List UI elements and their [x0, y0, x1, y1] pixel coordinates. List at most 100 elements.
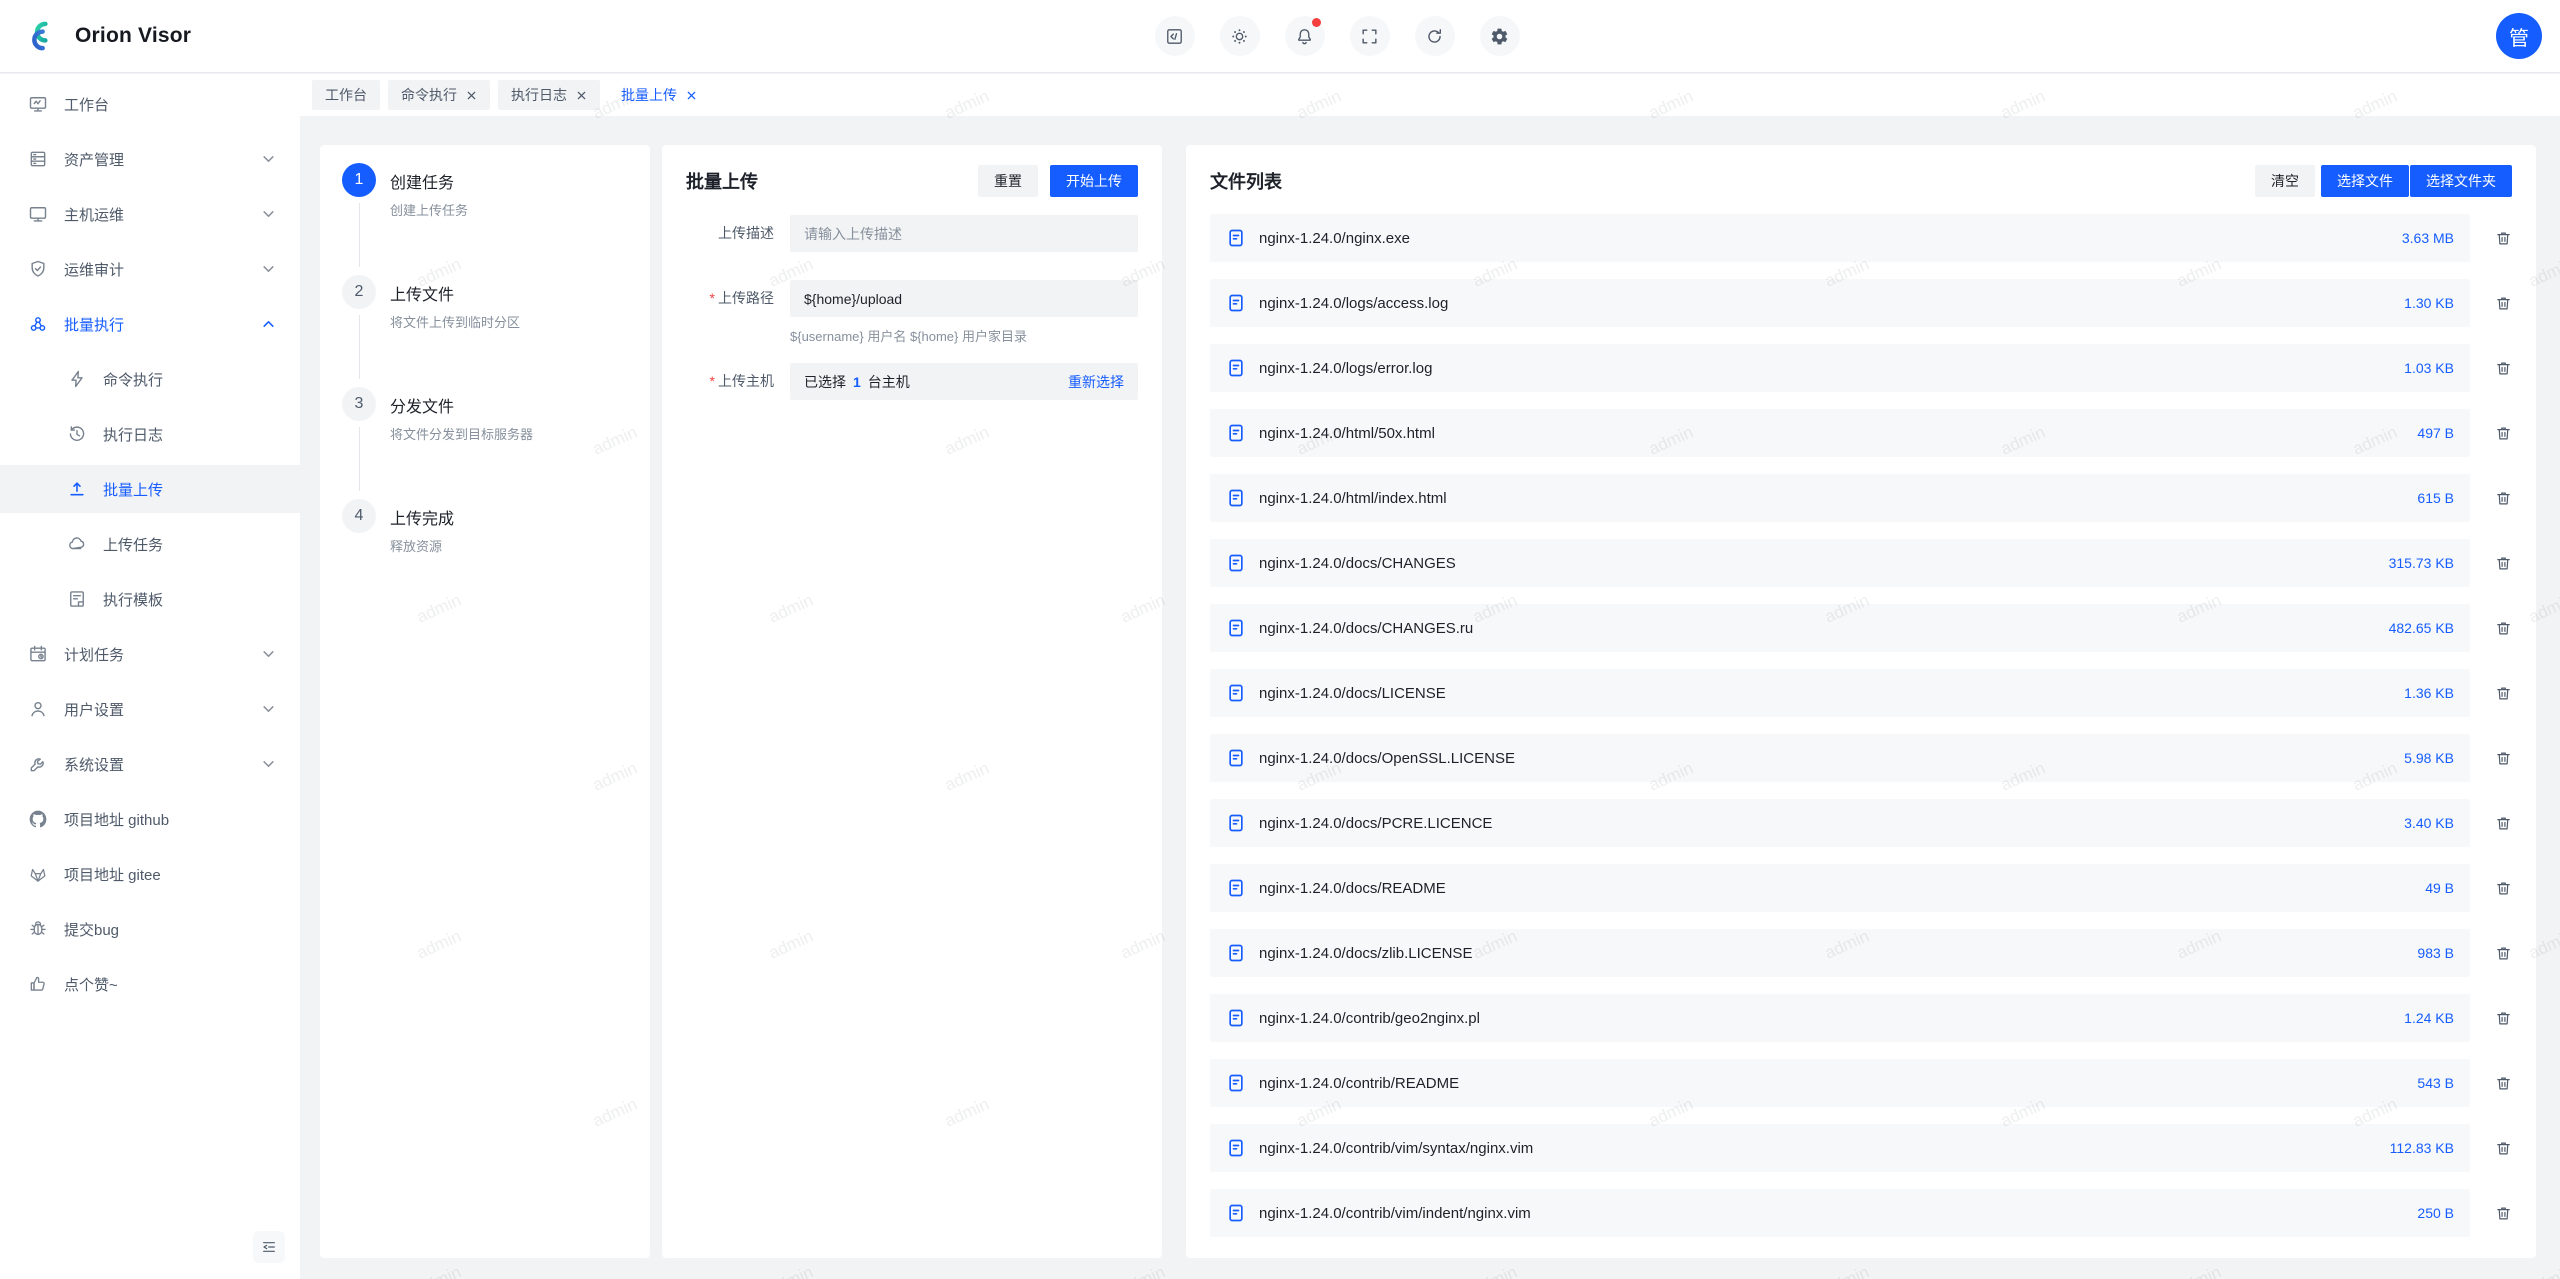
trash-icon [2495, 750, 2512, 767]
trash-icon [2495, 815, 2512, 832]
file-name: nginx-1.24.0/docs/README [1259, 879, 1446, 897]
app-logo-area[interactable]: Orion Visor [0, 18, 191, 54]
file-name: nginx-1.24.0/docs/OpenSSL.LICENSE [1259, 749, 1515, 767]
sidebar-item[interactable]: 项目地址 gitee [0, 850, 300, 898]
file-icon [1226, 1073, 1246, 1093]
delete-file-button[interactable] [2470, 1140, 2512, 1157]
clear-files-button[interactable]: 清空 [2255, 165, 2315, 197]
header-action-button[interactable] [1479, 16, 1520, 56]
file-name: nginx-1.24.0/docs/LICENSE [1259, 684, 1446, 702]
page-tab[interactable]: 命令执行 [388, 80, 490, 110]
theme-icon [1230, 27, 1249, 46]
tab-close-icon[interactable] [466, 90, 477, 101]
trash-icon [2495, 295, 2512, 312]
file-icon [1226, 488, 1246, 508]
file-icon [1226, 878, 1246, 898]
file-icon [1226, 293, 1246, 313]
sidebar-item[interactable]: 主机运维 [0, 190, 300, 238]
collapse-sidebar-button[interactable] [253, 1231, 285, 1263]
step-description: 将文件上传到临时分区 [390, 315, 521, 330]
file-name: nginx-1.24.0/logs/access.log [1259, 294, 1449, 312]
sidebar-item[interactable]: 运维审计 [0, 245, 300, 293]
file-icon [1226, 553, 1246, 573]
delete-file-button[interactable] [2470, 425, 2512, 442]
tab-close-icon[interactable] [576, 90, 587, 101]
sidebar-item[interactable]: 命令执行 [0, 355, 300, 403]
menu-fold-icon [261, 1239, 277, 1255]
delete-file-button[interactable] [2470, 1010, 2512, 1027]
file-name: nginx-1.24.0/docs/CHANGES [1259, 554, 1456, 572]
delete-file-button[interactable] [2470, 880, 2512, 897]
sidebar-item[interactable]: 项目地址 github [0, 795, 300, 843]
step-title: 创建任务 [390, 175, 455, 192]
sidebar-item[interactable]: 上传任务 [0, 520, 300, 568]
delete-file-button[interactable] [2470, 295, 2512, 312]
header-action-button[interactable] [1414, 16, 1455, 56]
sidebar-item[interactable]: 计划任务 [0, 630, 300, 678]
chevron-icon [262, 153, 275, 166]
sidebar-item[interactable]: 系统设置 [0, 740, 300, 788]
delete-file-button[interactable] [2470, 1205, 2512, 1222]
header-action-button[interactable] [1154, 16, 1195, 56]
upload-form: 上传描述 *上传路径 ${username} 用户名 ${home} 用户家目录 [686, 215, 1138, 400]
delete-file-button[interactable] [2470, 815, 2512, 832]
delete-file-button[interactable] [2470, 1075, 2512, 1092]
reset-button[interactable]: 重置 [978, 165, 1038, 197]
file-row: nginx-1.24.0/logs/error.log 1.03 KB [1210, 344, 2512, 392]
app-logo-icon [26, 18, 62, 54]
path-hint: ${username} 用户名 ${home} 用户家目录 [790, 329, 1027, 344]
file-icon [1226, 748, 1246, 768]
delete-file-button[interactable] [2470, 945, 2512, 962]
delete-file-button[interactable] [2470, 750, 2512, 767]
delete-file-button[interactable] [2470, 490, 2512, 507]
page-tab[interactable]: 执行日志 [498, 80, 600, 110]
wrench-icon [27, 753, 49, 775]
delete-file-button[interactable] [2470, 555, 2512, 572]
content-area: 1 创建任务 创建上传任务 2 上传文件 将文件上传到临时分区 3 分发文件 将… [300, 116, 2560, 1279]
upload-desc-input[interactable] [790, 215, 1138, 252]
sidebar-item[interactable]: 批量上传 [0, 465, 300, 513]
sidebar-item[interactable]: 提交bug [0, 905, 300, 953]
tab-bar: 工作台 命令执行 执行日志 批量上传 [300, 74, 2560, 116]
sidebar-item[interactable]: 执行日志 [0, 410, 300, 458]
github-icon [27, 808, 49, 830]
delete-file-button[interactable] [2470, 230, 2512, 247]
reselect-hosts-link[interactable]: 重新选择 [1068, 372, 1124, 392]
file-name: nginx-1.24.0/contrib/geo2nginx.pl [1259, 1009, 1480, 1027]
file-size: 543 B [2417, 1075, 2454, 1091]
select-folder-button[interactable]: 选择文件夹 [2410, 165, 2512, 197]
page-tab[interactable]: 批量上传 [608, 80, 710, 110]
header-action-button[interactable] [1284, 16, 1325, 56]
start-upload-button[interactable]: 开始上传 [1050, 165, 1138, 197]
sidebar-item[interactable]: 批量执行 [0, 300, 300, 348]
delete-file-button[interactable] [2470, 685, 2512, 702]
header-actions [1154, 16, 1538, 56]
file-icon [1226, 423, 1246, 443]
sidebar-item[interactable]: 点个赞~ [0, 960, 300, 1008]
sidebar-item[interactable]: 用户设置 [0, 685, 300, 733]
file-size: 615 B [2417, 490, 2454, 506]
delete-file-button[interactable] [2470, 620, 2512, 637]
selected-hosts-prefix: 已选择 [804, 373, 846, 390]
file-row: nginx-1.24.0/contrib/vim/indent/nginx.vi… [1210, 1189, 2512, 1237]
trash-icon [2495, 1075, 2512, 1092]
user-avatar[interactable]: 管 [2496, 13, 2542, 59]
sidebar-item[interactable]: 执行模板 [0, 575, 300, 623]
sidebar-item[interactable]: 工作台 [0, 80, 300, 128]
file-icon [1226, 813, 1246, 833]
like-icon [27, 973, 49, 995]
file-row: nginx-1.24.0/contrib/vim/syntax/nginx.vi… [1210, 1124, 2512, 1172]
file-icon [1226, 1008, 1246, 1028]
file-size: 3.63 MB [2401, 230, 2454, 246]
page-tab[interactable]: 工作台 [312, 80, 380, 110]
selected-hosts-count: 1 [853, 373, 861, 390]
select-file-button[interactable]: 选择文件 [2321, 165, 2409, 197]
sidebar-item[interactable]: 资产管理 [0, 135, 300, 183]
delete-file-button[interactable] [2470, 360, 2512, 377]
header-action-button[interactable] [1349, 16, 1390, 56]
tab-close-icon[interactable] [686, 90, 697, 101]
header-action-button[interactable] [1219, 16, 1260, 56]
trash-icon [2495, 620, 2512, 637]
upload-path-input[interactable] [790, 280, 1138, 317]
chevron-icon [262, 318, 275, 331]
